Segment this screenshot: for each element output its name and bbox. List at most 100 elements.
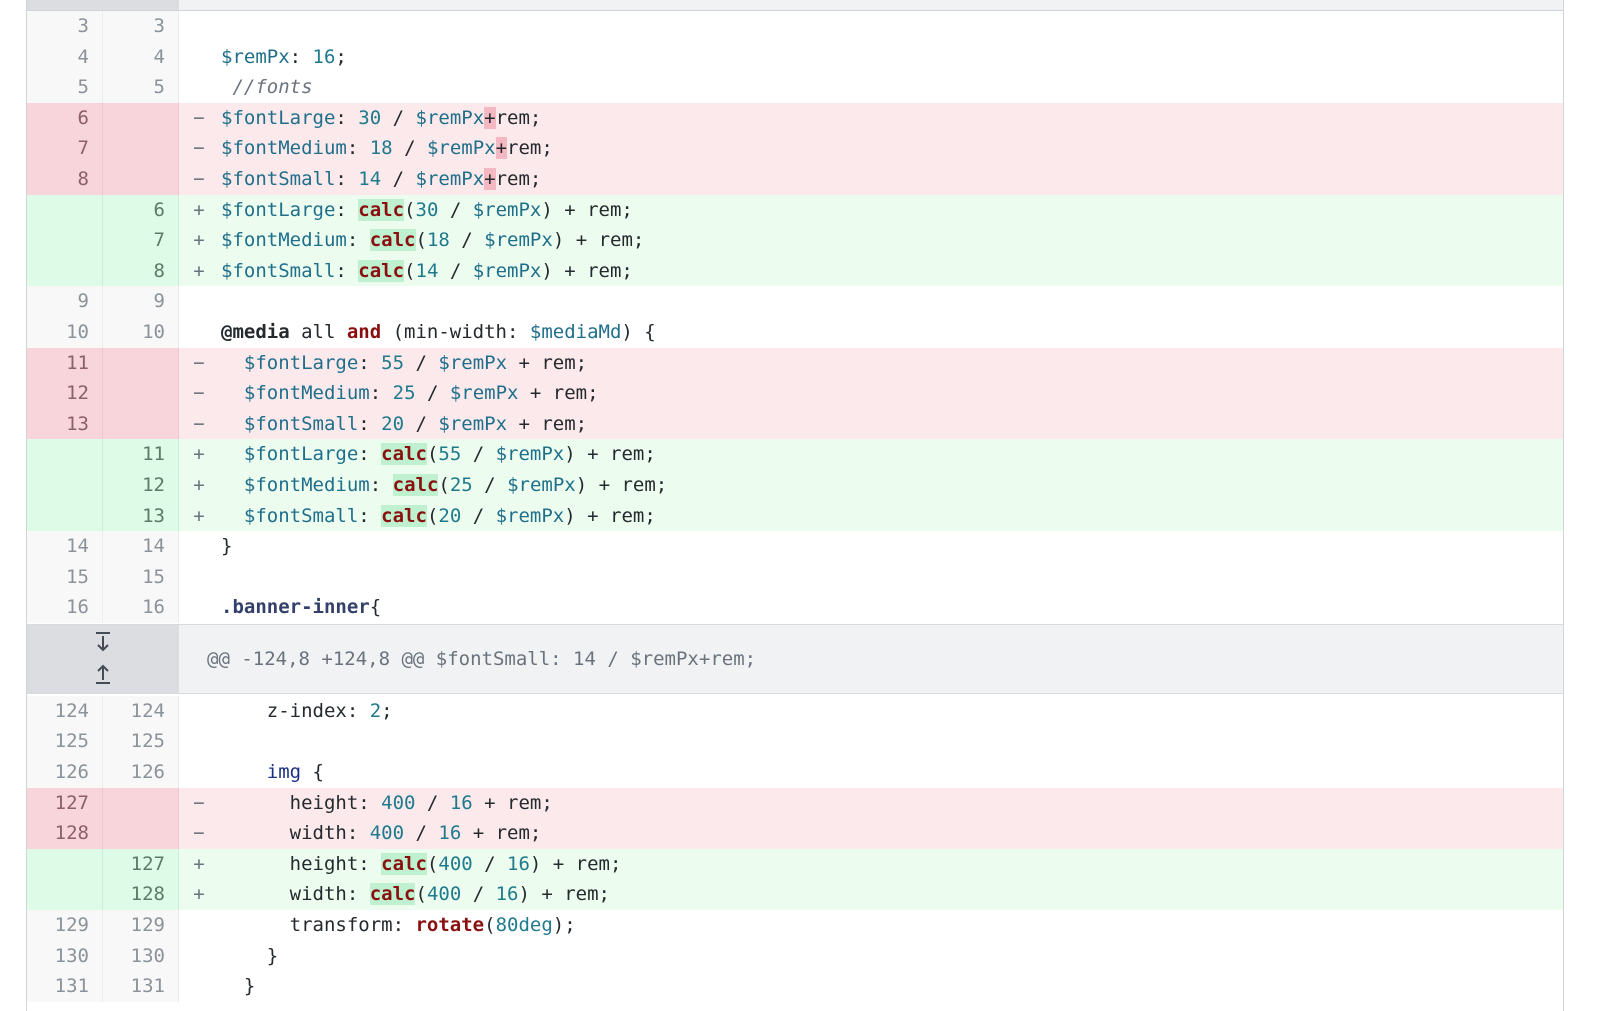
- old-line-number[interactable]: 129: [27, 910, 103, 941]
- old-line-number[interactable]: 14: [27, 531, 103, 562]
- new-line-number[interactable]: 5: [103, 72, 179, 103]
- new-line-number[interactable]: [103, 163, 179, 195]
- context-line: 33: [27, 11, 1563, 42]
- diff-marker: [179, 726, 219, 757]
- new-line-number[interactable]: 4: [103, 41, 179, 73]
- diff-marker: −: [193, 351, 205, 374]
- new-line-number[interactable]: [103, 378, 179, 409]
- new-line-number[interactable]: 16: [103, 592, 179, 623]
- old-line-number[interactable]: 6: [27, 102, 103, 134]
- context-line: 15 15: [27, 561, 1563, 593]
- old-line-number[interactable]: 7: [27, 133, 103, 164]
- new-line-number[interactable]: 129: [103, 910, 179, 941]
- new-line-number[interactable]: 9: [103, 286, 179, 317]
- old-line-number[interactable]: 11: [27, 347, 103, 379]
- old-line-number[interactable]: 125: [27, 726, 103, 758]
- code-text: width: calc(400 / 16) + rem;: [221, 883, 610, 906]
- code-text: }: [221, 944, 279, 967]
- new-line-number[interactable]: 127: [103, 848, 179, 880]
- diff-marker: [179, 592, 219, 623]
- added-line: 6 + $fontLarge: calc(30 / $remPx) + rem;: [27, 194, 1563, 226]
- new-line-number[interactable]: 128: [103, 879, 179, 911]
- context-line: 99: [27, 286, 1563, 317]
- new-line-number[interactable]: 3: [103, 11, 179, 42]
- code-text: $fontSmall: 20 / $remPx + rem;: [243, 412, 588, 435]
- old-line-number[interactable]: [27, 469, 103, 501]
- old-line-number[interactable]: 126: [27, 757, 103, 788]
- expand-down-button[interactable]: [90, 629, 116, 655]
- old-line-number[interactable]: [27, 848, 103, 880]
- context-line: 124 124 z-index: 2;: [27, 695, 1563, 727]
- new-line-number[interactable]: [103, 347, 179, 379]
- new-line-number[interactable]: 126: [103, 757, 179, 788]
- hunk-expanders: [27, 624, 179, 693]
- new-line-number[interactable]: 131: [103, 971, 179, 1002]
- new-line-number[interactable]: 125: [103, 726, 179, 758]
- new-line-number[interactable]: 6: [103, 194, 179, 226]
- new-line-number[interactable]: 13: [103, 500, 179, 532]
- diff-section-2: 124 124 z-index: 2; 125 125 126 126 img {127−…: [27, 695, 1563, 1002]
- old-line-number[interactable]: 4: [27, 41, 103, 73]
- old-line-number[interactable]: [27, 194, 103, 226]
- old-line-number[interactable]: 8: [27, 163, 103, 195]
- context-line: 14 14}: [27, 531, 1563, 562]
- new-line-number[interactable]: 12: [103, 469, 179, 501]
- deleted-line: 7 − $fontMedium: 18 / $remPx+rem;: [27, 133, 1563, 164]
- old-line-number[interactable]: 3: [27, 11, 103, 42]
- deleted-line: 8 − $fontSmall: 14 / $remPx+rem;: [27, 163, 1563, 195]
- new-line-number[interactable]: 8: [103, 255, 179, 287]
- old-line-number[interactable]: [27, 439, 103, 470]
- diff-marker: −: [193, 106, 205, 129]
- new-line-number[interactable]: 7: [103, 225, 179, 256]
- old-line-number[interactable]: 10: [27, 316, 103, 348]
- added-line: 13 + $fontSmall: calc(20 / $remPx) + rem;: [27, 500, 1563, 532]
- new-line-number[interactable]: 130: [103, 940, 179, 972]
- old-line-number[interactable]: 128: [27, 818, 103, 849]
- new-line-number[interactable]: 10: [103, 316, 179, 348]
- expand-up-button[interactable]: [90, 661, 116, 687]
- code-text: $fontMedium: calc(25 / $remPx) + rem;: [243, 473, 668, 496]
- diff-marker: [179, 42, 219, 73]
- code-text: transform: rotate(80deg);: [221, 914, 576, 937]
- old-line-number[interactable]: 9: [27, 286, 103, 317]
- new-line-number[interactable]: 14: [103, 531, 179, 562]
- old-line-number[interactable]: 131: [27, 971, 103, 1002]
- old-line-number[interactable]: 13: [27, 408, 103, 440]
- old-line-number[interactable]: 124: [27, 695, 103, 727]
- diff-marker: [179, 72, 219, 103]
- expand-up-icon: [96, 664, 110, 684]
- old-line-number[interactable]: [27, 879, 103, 911]
- new-line-number[interactable]: [103, 133, 179, 164]
- code-text: img {: [266, 761, 324, 784]
- old-line-number[interactable]: [27, 225, 103, 256]
- new-line-number[interactable]: 124: [103, 695, 179, 727]
- diff-marker: −: [193, 137, 205, 160]
- old-line-number[interactable]: 16: [27, 592, 103, 623]
- new-line-number[interactable]: [103, 787, 179, 819]
- code-text: $fontMedium: 18 / $remPx+rem;: [221, 137, 553, 160]
- old-line-number[interactable]: 12: [27, 378, 103, 409]
- context-line: 126 126 img {: [27, 757, 1563, 788]
- deleted-line: 128 − width: 400 / 16 + rem;: [27, 818, 1563, 849]
- new-line-number[interactable]: 15: [103, 561, 179, 593]
- diff-marker: −: [193, 822, 205, 845]
- code-text: $fontMedium: 25 / $remPx + rem;: [243, 382, 599, 405]
- code-text: $fontLarge: calc(30 / $remPx) + rem;: [221, 198, 633, 221]
- old-line-number[interactable]: [27, 500, 103, 532]
- added-line: 12 + $fontMedium: calc(25 / $remPx) + rem…: [27, 469, 1563, 501]
- added-line: 11 + $fontLarge: calc(55 / $remPx) + rem;: [27, 439, 1563, 470]
- new-line-number[interactable]: [103, 408, 179, 440]
- old-line-number[interactable]: 15: [27, 561, 103, 593]
- new-line-number[interactable]: 11: [103, 439, 179, 470]
- new-line-number[interactable]: [103, 102, 179, 134]
- old-line-number[interactable]: 127: [27, 787, 103, 819]
- old-line-number[interactable]: 130: [27, 940, 103, 972]
- old-line-number[interactable]: 5: [27, 72, 103, 103]
- old-line-number[interactable]: [27, 255, 103, 287]
- diff-section-1: 3 3 4 4 $remPx: 16; 5 5 //fonts 6− $fontLarge: 3…: [27, 11, 1563, 623]
- code-text: .banner-inner{: [221, 596, 382, 619]
- new-line-number[interactable]: [103, 818, 179, 849]
- diff-marker: +: [193, 473, 205, 496]
